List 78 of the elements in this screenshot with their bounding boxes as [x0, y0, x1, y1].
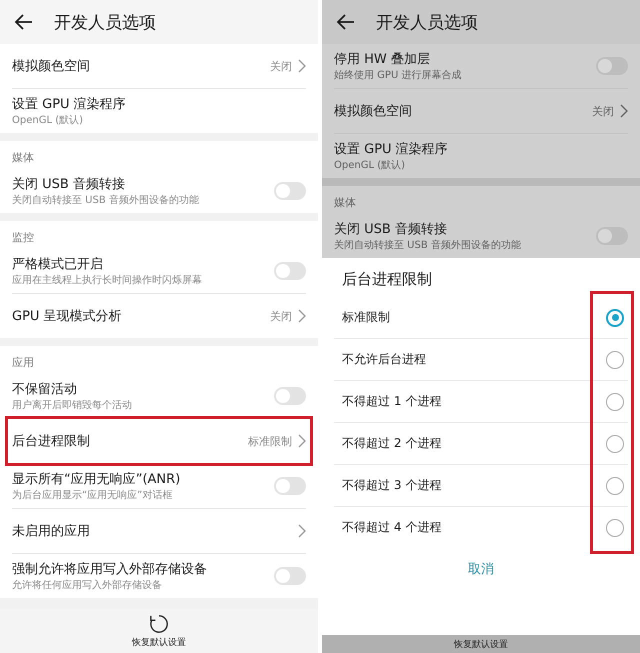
- section-heading: 应用: [12, 355, 35, 371]
- back-icon[interactable]: [336, 12, 356, 32]
- setting-value: 关闭: [592, 104, 614, 118]
- chevron-icon: [298, 524, 306, 538]
- setting-value: 标准限制: [248, 434, 292, 448]
- setting-description: 为后台应用显示“应用无响应”对话框: [12, 488, 174, 502]
- reset-button[interactable]: 恢复默认设置: [454, 638, 508, 650]
- toggle-switch[interactable]: [274, 387, 306, 405]
- setting-description: 关闭自动转接至 USB 音频外围设备的功能: [12, 194, 200, 206]
- radio-button[interactable]: [606, 434, 624, 452]
- refresh-icon: [149, 614, 169, 634]
- setting-title: 强制允许将应用写入外部存储设备: [12, 560, 208, 578]
- option-label: 不得超过 3 个进程: [342, 477, 442, 494]
- option-label: 不得超过 1 个进程: [342, 393, 442, 410]
- chevron-icon: [298, 434, 306, 448]
- toggle-switch[interactable]: [274, 182, 306, 200]
- chevron-icon: [298, 309, 306, 323]
- settings-row[interactable]: 严格模式已开启 应用在主线程上执行长时间操作时闪烁屏幕: [12, 249, 306, 293]
- dialog-title: 后台进程限制: [341, 269, 433, 290]
- setting-title: 严格模式已开启: [12, 256, 104, 272]
- setting-description: 用户离开后即销毁每个活动: [12, 398, 133, 412]
- settings-row[interactable]: 未启用的应用: [12, 509, 306, 553]
- radio-button[interactable]: [606, 392, 624, 410]
- option-label: 不得超过 2 个进程: [342, 435, 442, 452]
- setting-title: 设置 GPU 渲染程序: [334, 140, 449, 158]
- radio-button[interactable]: [606, 350, 624, 368]
- setting-title: 模拟颜色空间: [334, 102, 413, 120]
- toggle-switch[interactable]: [274, 477, 306, 495]
- setting-title: 设置 GPU 渲染程序: [12, 96, 127, 112]
- setting-value: 关闭: [270, 308, 292, 324]
- setting-title: 关闭 USB 音频转接: [334, 220, 448, 238]
- setting-title: GPU 呈现模式分析: [12, 308, 123, 324]
- toggle-switch[interactable]: [596, 57, 628, 75]
- page-title: 开发人员选项: [376, 12, 478, 34]
- reset-button[interactable]: 恢复默认设置: [132, 614, 186, 648]
- settings-row[interactable]: GPU 呈现模式分析 关闭: [12, 294, 306, 338]
- setting-description: OpenGL (默认): [334, 158, 406, 172]
- radio-button[interactable]: [606, 476, 624, 494]
- settings-row[interactable]: 模拟颜色空间 关闭: [334, 89, 628, 133]
- setting-description: OpenGL (默认): [12, 114, 84, 126]
- settings-row[interactable]: 显示所有“应用无响应”(ANR) 为后台应用显示“应用无响应”对话框: [12, 464, 306, 508]
- option-label: 不允许后台进程: [342, 351, 427, 368]
- setting-title: 停用 HW 叠加层: [334, 50, 431, 68]
- setting-description: 允许将任何应用写入外部存储设备: [12, 578, 163, 592]
- settings-row[interactable]: 关闭 USB 音频转接 关闭自动转接至 USB 音频外围设备的功能: [12, 169, 306, 213]
- radio-button[interactable]: [606, 308, 624, 326]
- setting-title: 显示所有“应用无响应”(ANR): [12, 470, 182, 488]
- settings-row[interactable]: 停用 HW 叠加层 始终使用 GPU 进行屏幕合成: [334, 44, 628, 88]
- option-label: 标准限制: [342, 309, 391, 326]
- setting-title: 不保留活动: [12, 380, 78, 398]
- settings-row[interactable]: 不保留活动 用户离开后即销毁每个活动: [12, 374, 306, 418]
- settings-row[interactable]: 后台进程限制 标准限制: [8, 419, 310, 463]
- section-heading: 媒体: [12, 150, 35, 166]
- toggle-switch[interactable]: [274, 262, 306, 280]
- settings-row[interactable]: 设置 GPU 渲染程序 OpenGL (默认): [334, 134, 628, 178]
- settings-row[interactable]: 强制允许将应用写入外部存储设备 允许将任何应用写入外部存储设备: [12, 554, 306, 598]
- setting-description: 关闭自动转接至 USB 音频外围设备的功能: [334, 238, 522, 252]
- setting-title: 未启用的应用: [12, 522, 91, 540]
- setting-description: 应用在主线程上执行长时间操作时闪烁屏幕: [12, 274, 203, 286]
- section-heading: 监控: [12, 230, 35, 246]
- cancel-button[interactable]: 取消: [454, 554, 508, 584]
- back-icon[interactable]: [14, 12, 34, 32]
- setting-title: 模拟颜色空间: [12, 58, 91, 74]
- chevron-icon: [298, 59, 306, 73]
- settings-row[interactable]: 设置 GPU 渲染程序 OpenGL (默认): [12, 89, 306, 133]
- settings-row[interactable]: 关闭 USB 音频转接 关闭自动转接至 USB 音频外围设备的功能: [334, 214, 628, 258]
- toggle-switch[interactable]: [274, 567, 306, 585]
- toggle-switch[interactable]: [596, 227, 628, 245]
- setting-title: 后台进程限制: [12, 432, 91, 450]
- option-label: 不得超过 4 个进程: [342, 519, 442, 536]
- chevron-icon: [620, 104, 628, 118]
- setting-value: 关闭: [270, 58, 292, 74]
- setting-description: 始终使用 GPU 进行屏幕合成: [334, 68, 462, 82]
- page-title: 开发人员选项: [54, 12, 156, 34]
- section-heading: 媒体: [334, 195, 357, 211]
- setting-title: 关闭 USB 音频转接: [12, 176, 126, 192]
- settings-row[interactable]: 模拟颜色空间 关闭: [12, 44, 306, 88]
- radio-button[interactable]: [606, 518, 624, 536]
